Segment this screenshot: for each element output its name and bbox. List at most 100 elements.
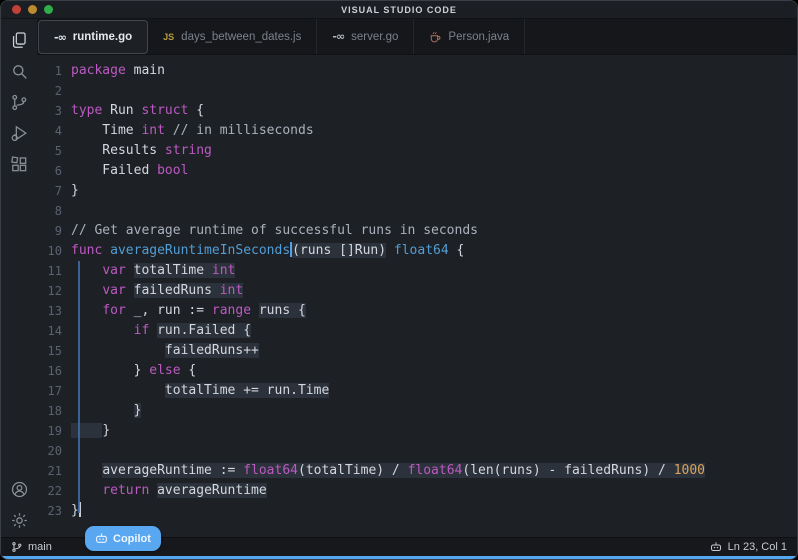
source-control-icon[interactable] [8, 91, 30, 113]
code-token: float64 [408, 463, 463, 478]
code-line[interactable]: 4 Time int // in milliseconds [37, 121, 797, 141]
run-debug-icon[interactable] [8, 122, 30, 144]
java-icon [429, 30, 441, 43]
cursor-position: Ln 23, Col 1 [728, 541, 787, 553]
code-line[interactable]: 20 [37, 441, 797, 461]
explorer-icon[interactable] [8, 29, 30, 51]
code-line[interactable]: 6 Failed bool [37, 161, 797, 181]
code-line[interactable]: 18 } [37, 401, 797, 421]
code-token: struct [141, 103, 188, 118]
go-icon: -∞ [54, 31, 66, 44]
vscode-window: Visual Studio Code [0, 0, 798, 560]
code-line[interactable]: 15 failedRuns++ [37, 341, 797, 361]
line-number: 3 [37, 101, 71, 121]
line-number: 17 [37, 381, 71, 401]
code-token [71, 323, 134, 338]
code-token [71, 383, 165, 398]
tab-runtime-go[interactable]: -∞ runtime.go [38, 20, 148, 54]
line-number: 6 [37, 161, 71, 181]
code-token [126, 283, 134, 298]
code-token: func [71, 243, 102, 258]
code-token: Failed [71, 163, 157, 178]
code-token: { [449, 243, 465, 258]
code-line[interactable]: 21 averageRuntime := float64(totalTime) … [37, 461, 797, 481]
code-line[interactable]: 12 var failedRuns int [37, 281, 797, 301]
search-icon[interactable] [8, 60, 30, 82]
code-token: else [149, 363, 180, 378]
line-number: 2 [37, 81, 71, 101]
code-token: (runs []Run) [292, 243, 386, 258]
line-number: 5 [37, 141, 71, 161]
line-number: 22 [37, 481, 71, 501]
line-number: 4 [37, 121, 71, 141]
copilot-status[interactable] [710, 541, 722, 553]
copilot-button[interactable]: Copilot [85, 526, 161, 551]
code-token: Time [71, 123, 141, 138]
code-token [149, 323, 157, 338]
code-token: float64 [243, 463, 298, 478]
code-line[interactable]: 5 Results string [37, 141, 797, 161]
branch-icon [11, 541, 23, 553]
code-line[interactable]: 23} [37, 501, 797, 521]
code-line[interactable]: 22 return averageRuntime [37, 481, 797, 501]
code-editor[interactable]: 1package main23type Run struct {4 Time i… [37, 55, 797, 537]
code-line[interactable]: 14 if run.Failed { [37, 321, 797, 341]
window-bottom-accent [1, 556, 797, 559]
copilot-status-icon [710, 541, 722, 553]
line-number: 9 [37, 221, 71, 241]
code-token [102, 243, 110, 258]
tab-label: Person.java [448, 31, 509, 43]
code-line[interactable]: 10func averageRuntimeInSeconds(runs []Ru… [37, 241, 797, 261]
code-token: runs { [259, 303, 306, 318]
tab-person-java[interactable]: Person.java [414, 19, 525, 54]
code-token [251, 303, 259, 318]
line-number: 1 [37, 61, 71, 81]
line-number: 16 [37, 361, 71, 381]
copilot-robot-icon [95, 532, 108, 545]
code-token: _, run := [126, 303, 212, 318]
code-token: (totalTime) / [298, 463, 408, 478]
cursor-position-indicator[interactable]: Ln 23, Col 1 [728, 541, 787, 553]
line-number: 11 [37, 261, 71, 281]
code-line[interactable]: 16 } else { [37, 361, 797, 381]
line-number: 8 [37, 201, 71, 221]
code-token: return [102, 483, 149, 498]
code-token: { [188, 103, 204, 118]
extensions-icon[interactable] [8, 153, 30, 175]
code-line[interactable]: 3type Run struct { [37, 101, 797, 121]
code-line[interactable]: 2 [37, 81, 797, 101]
code-token: { [181, 363, 197, 378]
code-line[interactable]: 9// Get average runtime of successful ru… [37, 221, 797, 241]
code-line[interactable]: 8 [37, 201, 797, 221]
branch-indicator[interactable]: main [11, 541, 52, 553]
code-token [149, 483, 157, 498]
code-line[interactable]: 19 } [37, 421, 797, 441]
code-token: failedRuns++ [165, 343, 259, 358]
go-icon: -∞ [332, 30, 344, 43]
code-token: averageRuntimeInSeconds [110, 243, 290, 258]
activity-bar [1, 19, 37, 537]
tab-server-go[interactable]: -∞ server.go [317, 19, 414, 54]
account-icon[interactable] [8, 478, 30, 500]
code-line[interactable]: 17 totalTime += run.Time [37, 381, 797, 401]
code-token: float64 [394, 243, 449, 258]
window-title: Visual Studio Code [1, 5, 797, 15]
code-token [71, 263, 102, 278]
code-token [71, 403, 134, 418]
tab-days-between-dates-js[interactable]: JS days_between_dates.js [148, 19, 317, 54]
code-token: main [126, 63, 165, 78]
code-line[interactable]: 1package main [37, 61, 797, 81]
line-number: 23 [37, 501, 71, 521]
code-token: int [212, 263, 235, 278]
code-token: var [102, 263, 125, 278]
tab-label: server.go [351, 31, 398, 43]
code-token: // in milliseconds [173, 123, 314, 138]
code-token: } [71, 183, 79, 198]
code-line[interactable]: 11 var totalTime int [37, 261, 797, 281]
code-line[interactable]: 7} [37, 181, 797, 201]
settings-gear-icon[interactable] [8, 509, 30, 531]
code-line[interactable]: 13 for _, run := range runs { [37, 301, 797, 321]
code-token: if [134, 323, 150, 338]
code-token [386, 243, 394, 258]
branch-name: main [28, 541, 52, 553]
